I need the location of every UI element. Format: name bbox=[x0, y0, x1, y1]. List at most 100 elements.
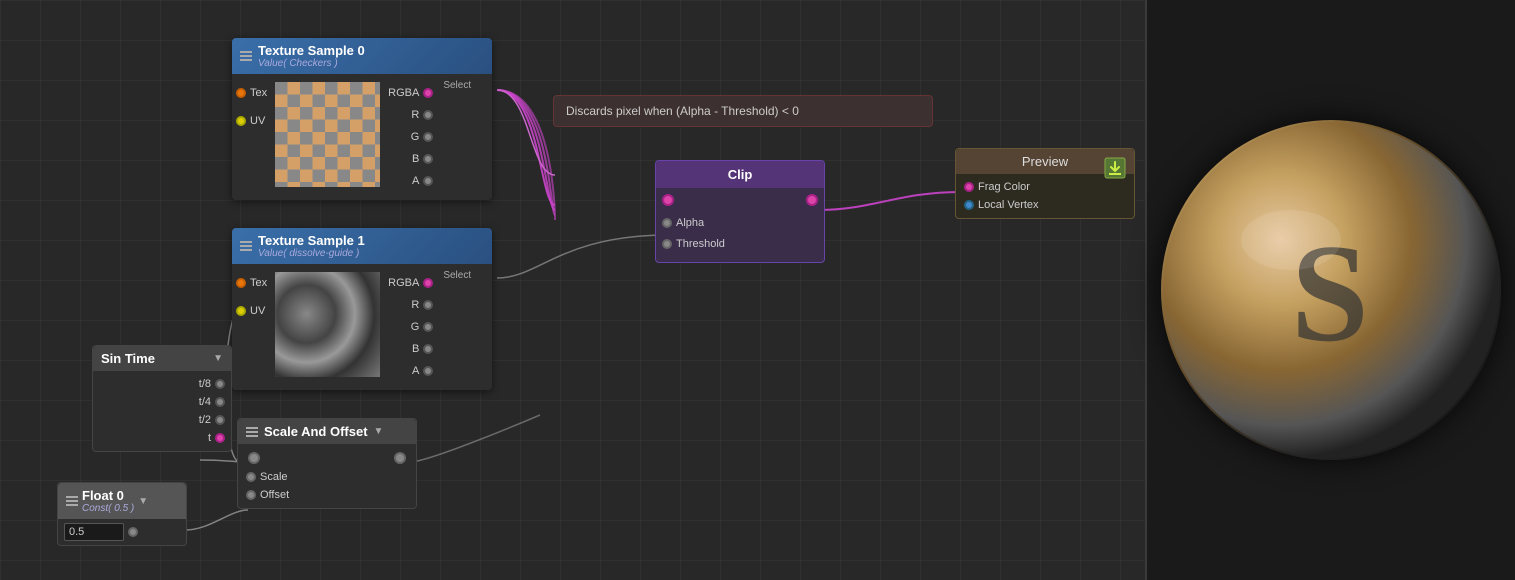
clip-alpha-port: Alpha bbox=[662, 214, 818, 232]
float0-output-dot[interactable] bbox=[128, 527, 138, 537]
node-canvas[interactable]: Texture Sample 0 Value( Checkers ) Tex U… bbox=[0, 0, 1145, 580]
texture0-subtitle: Value( Checkers ) bbox=[258, 58, 365, 69]
sintime-t8-dot[interactable] bbox=[215, 379, 225, 389]
texture0-header: Texture Sample 0 Value( Checkers ) bbox=[232, 38, 492, 74]
clip-threshold-dot[interactable] bbox=[662, 239, 672, 249]
scale-header: Scale And Offset ▼ bbox=[238, 419, 416, 444]
clip-alpha-label: Alpha bbox=[676, 217, 704, 229]
float0-menu-icon[interactable] bbox=[66, 496, 78, 506]
texture0-rgba-dot[interactable] bbox=[423, 88, 433, 98]
texture0-tex-dot[interactable] bbox=[236, 88, 246, 98]
sintime-t8-port: t/8 bbox=[93, 375, 231, 393]
texture1-preview bbox=[275, 272, 380, 377]
scale-offset-dot[interactable] bbox=[246, 490, 256, 500]
texture1-g-dot[interactable] bbox=[423, 322, 433, 332]
texture1-select-label: Select bbox=[437, 268, 477, 386]
float0-value-row bbox=[58, 519, 186, 545]
discard-label: Discards pixel when (Alpha - Threshold) … bbox=[566, 104, 799, 118]
sintime-t2-label: t/2 bbox=[199, 414, 211, 426]
clip-node: Clip Alpha Threshold bbox=[655, 160, 825, 263]
scale-input-right-dot[interactable] bbox=[394, 452, 406, 464]
texture0-r-dot[interactable] bbox=[423, 110, 433, 120]
preview-canvas-node: Preview Frag Color Local Vertex bbox=[955, 148, 1135, 219]
texture0-b-label: B bbox=[412, 153, 419, 165]
scale-offset-label: Offset bbox=[260, 489, 289, 501]
sintime-t8-label: t/8 bbox=[199, 378, 211, 390]
clip-alpha-dot[interactable] bbox=[662, 218, 672, 228]
float0-value-input[interactable] bbox=[64, 523, 124, 541]
texture1-rgba-dot[interactable] bbox=[423, 278, 433, 288]
clip-top-right-dot[interactable] bbox=[806, 194, 818, 206]
clip-header: Clip bbox=[656, 161, 824, 188]
discard-node: Discards pixel when (Alpha - Threshold) … bbox=[553, 95, 933, 127]
texture1-a-dot[interactable] bbox=[423, 366, 433, 376]
texture0-preview bbox=[275, 82, 380, 187]
preview-download-icon[interactable] bbox=[1104, 157, 1126, 182]
texture1-header: Texture Sample 1 Value( dissolve-guide ) bbox=[232, 228, 492, 264]
sintime-title: Sin Time bbox=[101, 351, 155, 366]
texture1-a-label: A bbox=[412, 365, 419, 377]
sintime-header: Sin Time ▼ bbox=[93, 346, 231, 371]
texture0-uv-port: UV bbox=[236, 112, 267, 130]
scale-scale-dot[interactable] bbox=[246, 472, 256, 482]
clip-body: Alpha Threshold bbox=[656, 188, 824, 262]
float0-header: Float 0 Const( 0.5 ) ▼ bbox=[58, 483, 186, 519]
float0-node: Float 0 Const( 0.5 ) ▼ bbox=[57, 482, 187, 546]
texture0-uv-label: UV bbox=[250, 115, 265, 127]
texture1-r-dot[interactable] bbox=[423, 300, 433, 310]
texture-sample-0-node: Texture Sample 0 Value( Checkers ) Tex U… bbox=[232, 38, 492, 200]
sintime-t-port: t bbox=[93, 429, 231, 447]
texture1-title: Texture Sample 1 bbox=[258, 233, 365, 248]
texture0-g-dot[interactable] bbox=[423, 132, 433, 142]
sintime-t-dot[interactable] bbox=[215, 433, 225, 443]
texture1-b-label: B bbox=[412, 343, 419, 355]
sintime-t2-dot[interactable] bbox=[215, 415, 225, 425]
preview-localvertex-label: Local Vertex bbox=[978, 199, 1039, 211]
texture0-g-port: G bbox=[411, 128, 434, 146]
texture1-r-port: R bbox=[411, 296, 433, 314]
texture1-a-port: A bbox=[412, 362, 433, 380]
sintime-dropdown-icon[interactable]: ▼ bbox=[213, 353, 223, 364]
texture0-a-label: A bbox=[412, 175, 419, 187]
scale-input-left-dot[interactable] bbox=[248, 452, 260, 464]
texture1-tex-label: Tex bbox=[250, 277, 267, 289]
texture1-tex-dot[interactable] bbox=[236, 278, 246, 288]
texture1-left-ports: Tex UV bbox=[232, 268, 271, 326]
texture0-right-ports: RGBA R G B A bbox=[384, 78, 437, 196]
scale-dropdown-icon[interactable]: ▼ bbox=[374, 426, 384, 437]
scale-menu-icon[interactable] bbox=[246, 427, 258, 437]
sintime-t2-port: t/2 bbox=[93, 411, 231, 429]
preview-fragcolor-dot[interactable] bbox=[964, 182, 974, 192]
preview-title: Preview bbox=[1022, 154, 1068, 169]
texture1-b-dot[interactable] bbox=[423, 344, 433, 354]
texture1-r-label: R bbox=[411, 299, 419, 311]
texture1-rgba-port: RGBA bbox=[388, 274, 433, 292]
float0-dropdown-icon[interactable]: ▼ bbox=[138, 496, 148, 507]
preview-localvertex-dot[interactable] bbox=[964, 200, 974, 210]
texture0-menu-icon[interactable] bbox=[240, 51, 252, 61]
sintime-t4-dot[interactable] bbox=[215, 397, 225, 407]
texture1-rgba-label: RGBA bbox=[388, 277, 419, 289]
preview-body: Frag Color Local Vertex bbox=[956, 174, 1134, 218]
clip-top-left-dot[interactable] bbox=[662, 194, 674, 206]
scale-scale-label: Scale bbox=[260, 471, 288, 483]
texture0-g-label: G bbox=[411, 131, 420, 143]
texture0-r-port: R bbox=[411, 106, 433, 124]
texture1-uv-dot[interactable] bbox=[236, 306, 246, 316]
texture-sample-1-node: Texture Sample 1 Value( dissolve-guide )… bbox=[232, 228, 492, 390]
texture0-a-dot[interactable] bbox=[423, 176, 433, 186]
texture0-b-dot[interactable] bbox=[423, 154, 433, 164]
texture1-menu-icon[interactable] bbox=[240, 241, 252, 251]
texture0-body: Tex UV RGBA R bbox=[232, 74, 492, 200]
texture0-r-label: R bbox=[411, 109, 419, 121]
texture0-left-ports: Tex UV bbox=[232, 78, 271, 136]
texture0-title: Texture Sample 0 bbox=[258, 43, 365, 58]
texture0-rgba-port: RGBA bbox=[388, 84, 433, 102]
offset-port: Offset bbox=[238, 486, 416, 504]
texture0-uv-dot[interactable] bbox=[236, 116, 246, 126]
clip-threshold-label: Threshold bbox=[676, 238, 725, 250]
preview-localvertex-port: Local Vertex bbox=[956, 196, 1134, 214]
texture1-tex-port: Tex bbox=[236, 274, 267, 292]
texture1-b-port: B bbox=[412, 340, 433, 358]
texture1-uv-label: UV bbox=[250, 305, 265, 317]
